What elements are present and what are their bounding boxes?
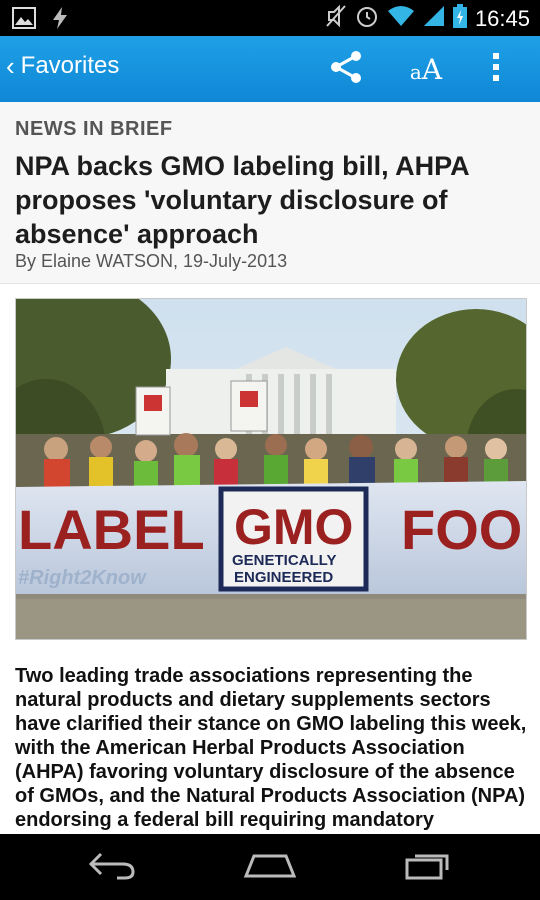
article-body: Two leading trade associations represent… [15, 665, 527, 834]
signal-icon [423, 5, 445, 32]
article-headline: NPA backs GMO labeling bill, AHPA propos… [15, 151, 469, 249]
back-nav-icon [87, 850, 137, 885]
nav-home-button[interactable] [225, 844, 315, 890]
flash-icon [50, 6, 70, 35]
recent-apps-nav-icon [403, 850, 453, 885]
nav-recent-apps-button[interactable] [383, 844, 473, 890]
article-byline: By Elaine WATSON, 19-July-2013 [15, 251, 288, 271]
alarm-icon [355, 4, 379, 33]
home-nav-icon [242, 850, 298, 885]
wifi-icon [387, 5, 415, 32]
article-header: NEWS IN BRIEF NPA backs GMO labeling bil… [0, 102, 540, 284]
banner-sub-1: GENETICALLY [232, 552, 336, 569]
overflow-menu-icon [492, 52, 500, 87]
back-label: Favorites [20, 52, 120, 79]
status-bar: 16:45 [0, 0, 540, 36]
clock: 16:45 [474, 5, 530, 31]
battery-icon [452, 4, 467, 33]
back-to-favorites-button[interactable]: ‹ Favorites [6, 52, 119, 80]
article-photo[interactable]: LABEL GMO GENETICALLY ENGINEERED FOO #Ri… [15, 298, 527, 640]
chevron-left-icon: ‹ [6, 51, 15, 81]
share-button[interactable] [306, 36, 386, 102]
nav-back-button[interactable] [67, 844, 157, 890]
overflow-menu-button[interactable] [466, 36, 526, 102]
share-icon [328, 49, 364, 90]
banner-sub-2: ENGINEERED [234, 569, 333, 586]
section-kicker: NEWS IN BRIEF [15, 118, 173, 140]
mute-icon [325, 4, 347, 33]
gallery-icon [12, 7, 36, 34]
banner-text-center: GMO [234, 499, 353, 555]
font-size-icon: aA [409, 52, 443, 86]
banner-text-right: FOO [401, 498, 522, 561]
navigation-bar [0, 834, 540, 900]
action-bar: ‹ Favorites aA [0, 36, 540, 102]
font-size-button[interactable]: aA [386, 36, 466, 102]
banner-text-left: LABEL [18, 498, 205, 561]
banner-hashtag: #Right2Know [18, 567, 147, 589]
